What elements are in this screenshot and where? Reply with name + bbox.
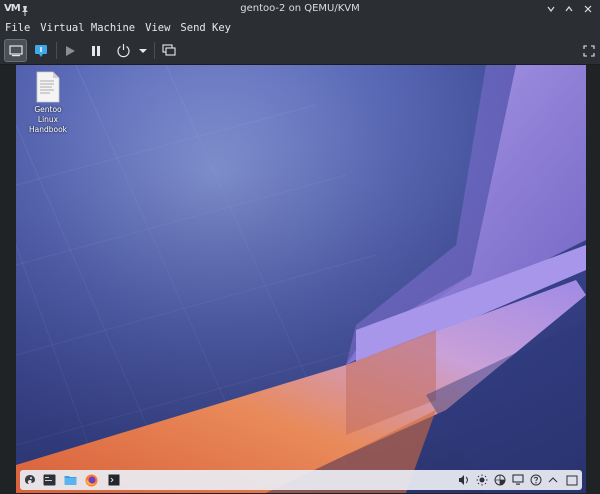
menu-file[interactable]: File (0, 19, 35, 37)
menu-send-key[interactable]: Send Key (175, 19, 236, 37)
help-icon[interactable] (528, 472, 544, 488)
pause-button[interactable] (86, 39, 106, 62)
title-bar: VM gentoo-2 on QEMU/KVM (0, 0, 600, 19)
vm-display-area: Gentoo Linux Handbook (0, 65, 600, 494)
tray-expand-icon[interactable] (545, 472, 561, 488)
terminal-icon[interactable] (41, 472, 57, 488)
fullscreen-button[interactable] (580, 39, 598, 62)
fullscreen-icon (583, 44, 595, 57)
pause-icon (92, 45, 100, 56)
toolbar-separator (56, 42, 57, 59)
firefox-icon[interactable] (83, 472, 99, 488)
toolbar-separator (154, 42, 155, 59)
snapshots-icon (162, 44, 176, 56)
minimize-icon[interactable] (544, 2, 558, 16)
maximize-icon[interactable] (562, 2, 576, 16)
document-icon (36, 71, 60, 103)
power-icon (116, 44, 130, 58)
konsole-icon[interactable] (106, 472, 122, 488)
console-icon (8, 44, 23, 56)
console-button[interactable] (4, 39, 27, 62)
wallpaper (16, 65, 586, 493)
taskbar-panel (20, 470, 582, 490)
show-desktop-icon[interactable] (564, 472, 580, 488)
network-icon[interactable] (492, 472, 508, 488)
run-button[interactable] (60, 39, 80, 62)
desktop-icon-gentoo-handbook[interactable]: Gentoo Linux Handbook (24, 71, 72, 135)
desktop-icon-label: Gentoo Linux Handbook (28, 105, 68, 134)
shutdown-button[interactable] (112, 39, 134, 62)
file-manager-icon[interactable] (62, 472, 78, 488)
volume-icon[interactable] (456, 472, 472, 488)
close-icon[interactable] (581, 2, 595, 16)
guest-desktop[interactable]: Gentoo Linux Handbook (16, 65, 586, 493)
power-menu-icon (139, 48, 147, 53)
run-icon (66, 45, 75, 56)
details-button[interactable] (30, 39, 52, 62)
display-icon[interactable] (510, 472, 526, 488)
window-title: gentoo-2 on QEMU/KVM (240, 3, 360, 14)
menu-virtual-machine[interactable]: Virtual Machine (35, 19, 140, 37)
application-launcher-icon[interactable] (22, 472, 38, 488)
details-icon (35, 44, 47, 57)
menu-view[interactable]: View (140, 19, 175, 37)
shutdown-menu-button[interactable] (137, 39, 149, 62)
snapshots-button[interactable] (158, 39, 180, 62)
menu-bar: File Virtual Machine View Send Key (0, 19, 600, 37)
brightness-icon[interactable] (474, 472, 490, 488)
toolbar (0, 37, 600, 65)
